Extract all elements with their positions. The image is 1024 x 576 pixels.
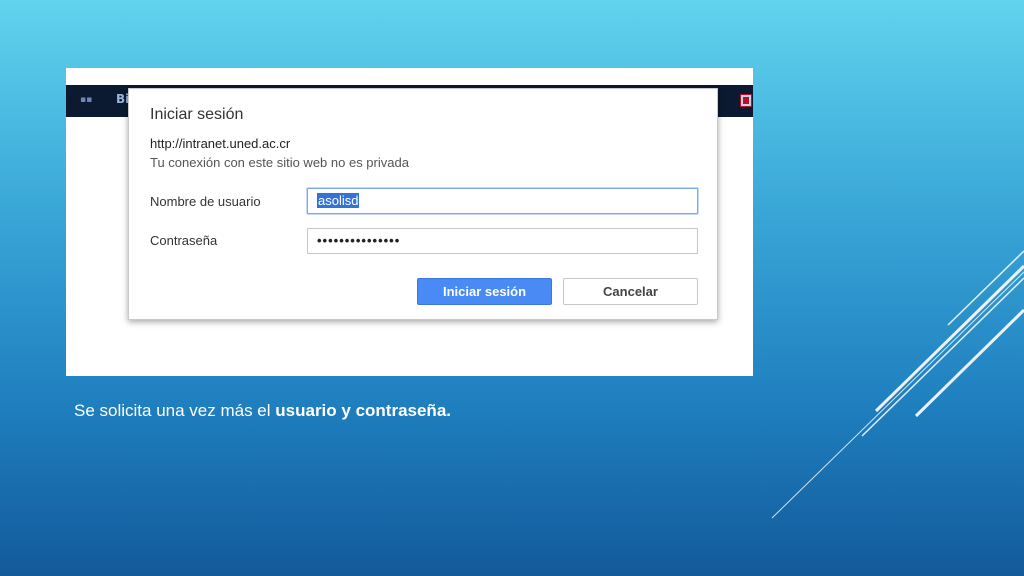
password-label: Contraseña: [150, 233, 218, 248]
caption-text: Se solicita una vez más el: [74, 401, 276, 420]
site-url: http://intranet.uned.ac.cr: [150, 136, 291, 151]
shield-icon: [740, 94, 752, 107]
login-dialog: Iniciar sesión http://intranet.uned.ac.c…: [128, 88, 718, 320]
username-label: Nombre de usuario: [150, 194, 261, 209]
cancel-button[interactable]: Cancelar: [563, 278, 698, 305]
privacy-warning: Tu conexión con este sitio web no es pri…: [150, 155, 409, 170]
sign-in-button[interactable]: Iniciar sesión: [417, 278, 552, 305]
dialog-title: Iniciar sesión: [150, 106, 244, 123]
caption-emphasis: usuario y contraseña.: [275, 401, 451, 420]
username-value: asolisd: [317, 193, 360, 208]
username-field[interactable]: asolisd: [307, 188, 698, 214]
password-field[interactable]: •••••••••••••••: [307, 228, 698, 254]
browser-screenshot: ▪▪ Bi P Iniciar sesión http://intranet.u…: [66, 68, 753, 376]
slide-caption: Se solicita una vez más el usuario y con…: [74, 401, 451, 421]
password-value: •••••••••••••••: [317, 233, 401, 248]
site-logo-icon: ▪▪: [80, 95, 93, 105]
